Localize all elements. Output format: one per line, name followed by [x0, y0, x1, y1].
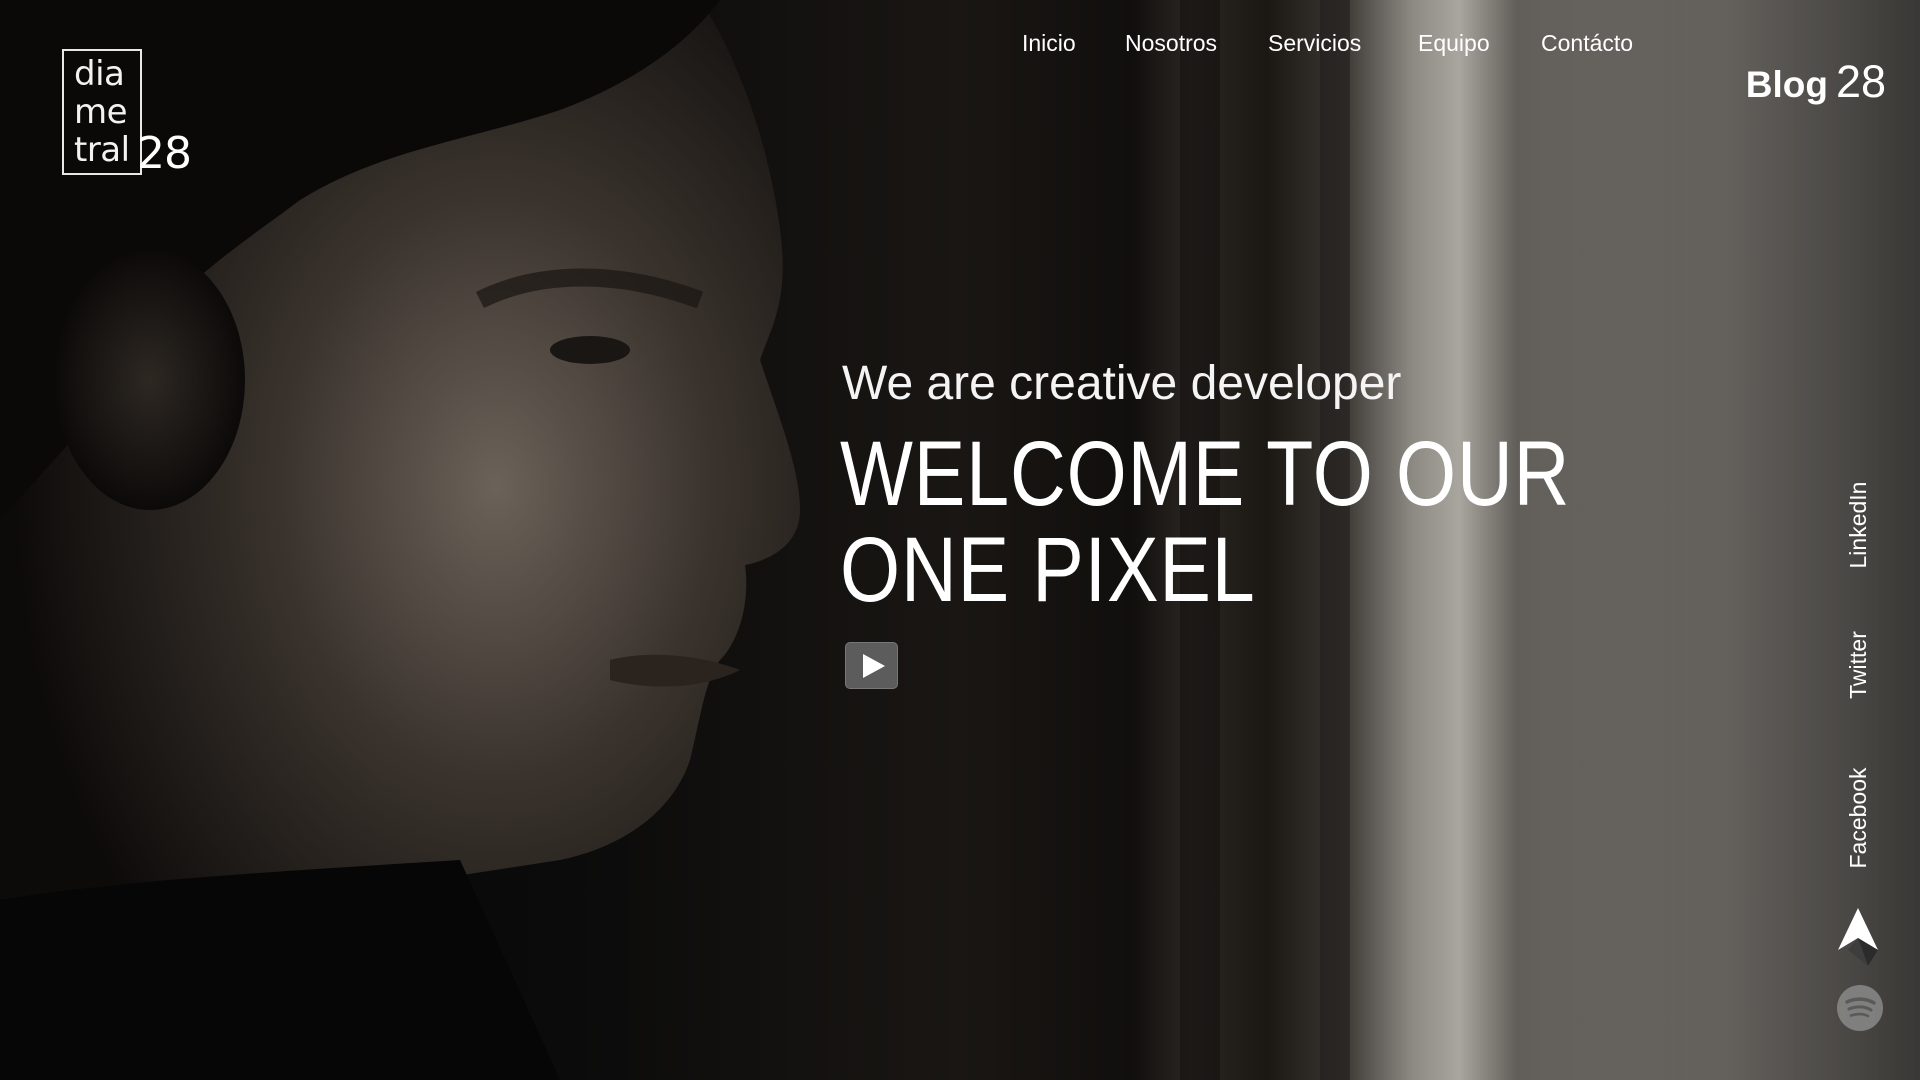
social-twitter: Twitter: [1845, 631, 1871, 699]
blog-number: 28: [1835, 56, 1886, 107]
twitter-link[interactable]: Twitter: [1844, 631, 1872, 699]
blog-link[interactable]: Blog 28: [1746, 56, 1886, 108]
up-arrow-icon[interactable]: [1834, 906, 1882, 968]
logo-text-line-2: me: [74, 92, 128, 132]
site-logo[interactable]: dia me tral 28: [62, 49, 202, 181]
nav-item-nosotros[interactable]: Nosotros: [1125, 26, 1217, 60]
social-linkedin: LinkedIn: [1845, 482, 1871, 569]
social-facebook: Facebook: [1845, 767, 1871, 868]
hero-title: WELCOME TO OUR ONE PIXEL: [840, 423, 1571, 621]
logo-text-line-1: dia: [74, 54, 125, 94]
facebook-link[interactable]: Facebook: [1844, 767, 1872, 868]
nav-item-contacto[interactable]: Contácto: [1541, 26, 1633, 60]
nav-item-inicio[interactable]: Inicio: [1022, 26, 1076, 60]
blog-label: Blog: [1745, 64, 1828, 105]
play-video-button[interactable]: [845, 642, 898, 689]
hero-tagline: We are creative developer: [842, 357, 1402, 410]
nav-item-equipo[interactable]: Equipo: [1418, 26, 1490, 60]
logo-number: 28: [137, 128, 192, 179]
nav-item-servicios[interactable]: Servicios: [1268, 26, 1361, 60]
hero-title-line-1: WELCOME TO OUR: [840, 423, 1571, 525]
spotify-icon[interactable]: [1836, 984, 1884, 1032]
hero-title-line-2: ONE PIXEL: [840, 519, 1256, 621]
linkedin-link[interactable]: LinkedIn: [1844, 482, 1872, 569]
play-icon: [863, 654, 885, 678]
logo-text-line-3: tral: [74, 130, 130, 170]
